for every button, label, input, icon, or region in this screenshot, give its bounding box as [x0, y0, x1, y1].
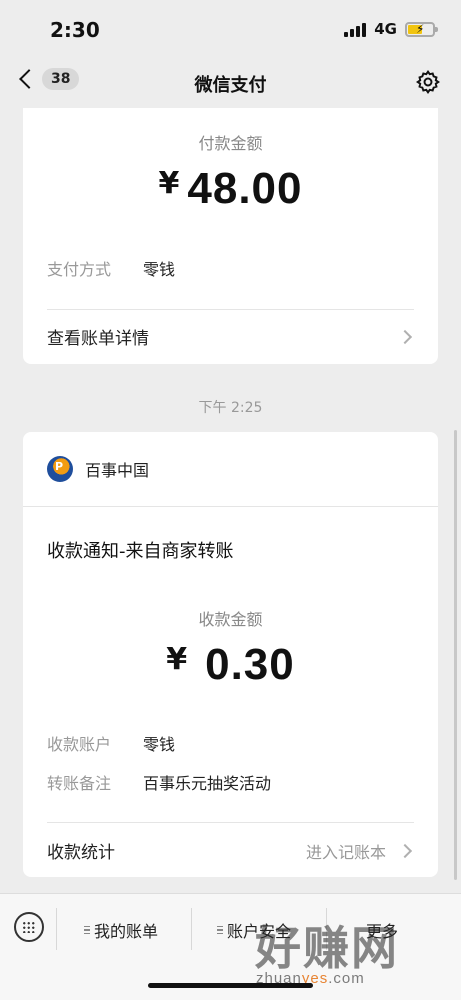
page-title: 微信支付: [194, 75, 267, 96]
gear-icon: [416, 70, 440, 94]
receipt-account-row: 收款账户 零钱: [47, 731, 175, 755]
receipt-account-value: 零钱: [143, 735, 176, 754]
home-indicator: [148, 983, 313, 988]
ledger-link-label: 进入记账本: [305, 842, 386, 862]
message-timestamp: 下午 2:25: [198, 400, 263, 416]
network-type: 4G: [374, 20, 397, 38]
keyboard-toggle-button[interactable]: [14, 912, 44, 942]
receipt-card: P 百事中国 收款通知-来自商家转账 收款金额 ¥0.30 收款账户 零钱 转账…: [23, 432, 438, 877]
divider: [191, 908, 192, 950]
payment-amount: ¥48.00: [23, 164, 438, 214]
receipt-stats-label: 收款统计: [47, 843, 115, 863]
divider: [23, 506, 438, 507]
receipt-account-label: 收款账户: [47, 735, 112, 754]
transfer-remark-row: 转账备注 百事乐元抽奖活动: [47, 770, 271, 794]
menu-item-my-bills[interactable]: 我的账单: [84, 918, 158, 942]
payment-card: 付款金额 ¥48.00 支付方式 零钱 查看账单详情: [23, 108, 438, 364]
receipt-stats-link[interactable]: 收款统计 进入记账本: [47, 838, 414, 863]
divider: [47, 309, 414, 310]
nav-bar: 38 微信支付: [0, 60, 461, 106]
view-bill-details-label: 查看账单详情: [47, 329, 149, 349]
currency-symbol: ¥: [166, 642, 188, 677]
menu-item-label: 我的账单: [94, 922, 159, 941]
signal-icon: [344, 21, 367, 37]
currency-symbol: ¥: [158, 166, 180, 201]
battery-icon: ⚡: [405, 21, 438, 37]
payment-amount-value: 48.00: [187, 164, 303, 213]
notice-title: 收款通知-来自商家转账: [47, 541, 234, 562]
payment-method-row: 支付方式 零钱: [47, 256, 175, 280]
settings-button[interactable]: [415, 69, 441, 95]
payment-method-label: 支付方式: [47, 260, 112, 279]
chevron-right-icon: [397, 329, 413, 344]
merchant-logo-icon: P: [47, 456, 73, 482]
receipt-amount: ¥0.30: [23, 640, 438, 690]
receipt-amount-value: 0.30: [205, 640, 295, 689]
scrollbar[interactable]: [454, 430, 457, 880]
status-bar: 2:30 4G ⚡: [0, 0, 461, 60]
receipt-amount-label: 收款金额: [198, 610, 263, 629]
status-icons: 4G ⚡: [344, 20, 438, 38]
divider: [47, 822, 414, 823]
payment-method-value: 零钱: [143, 260, 176, 279]
keyboard-icon: [22, 921, 36, 933]
menu-icon: [217, 925, 223, 935]
menu-icon: [84, 925, 90, 935]
merchant-header[interactable]: P 百事中国: [47, 456, 149, 482]
watermark: 好赚网 zhuanyes.com: [250, 912, 450, 992]
merchant-name: 百事中国: [85, 461, 150, 480]
transfer-remark-label: 转账备注: [47, 774, 112, 793]
view-bill-details-link[interactable]: 查看账单详情: [47, 324, 414, 349]
transfer-remark-value: 百事乐元抽奖活动: [143, 774, 272, 793]
status-time: 2:30: [50, 18, 100, 42]
watermark-logo-text: 好赚网: [255, 921, 399, 975]
payment-amount-label: 付款金额: [198, 134, 263, 153]
chevron-right-icon: [397, 843, 413, 858]
divider: [56, 908, 57, 950]
